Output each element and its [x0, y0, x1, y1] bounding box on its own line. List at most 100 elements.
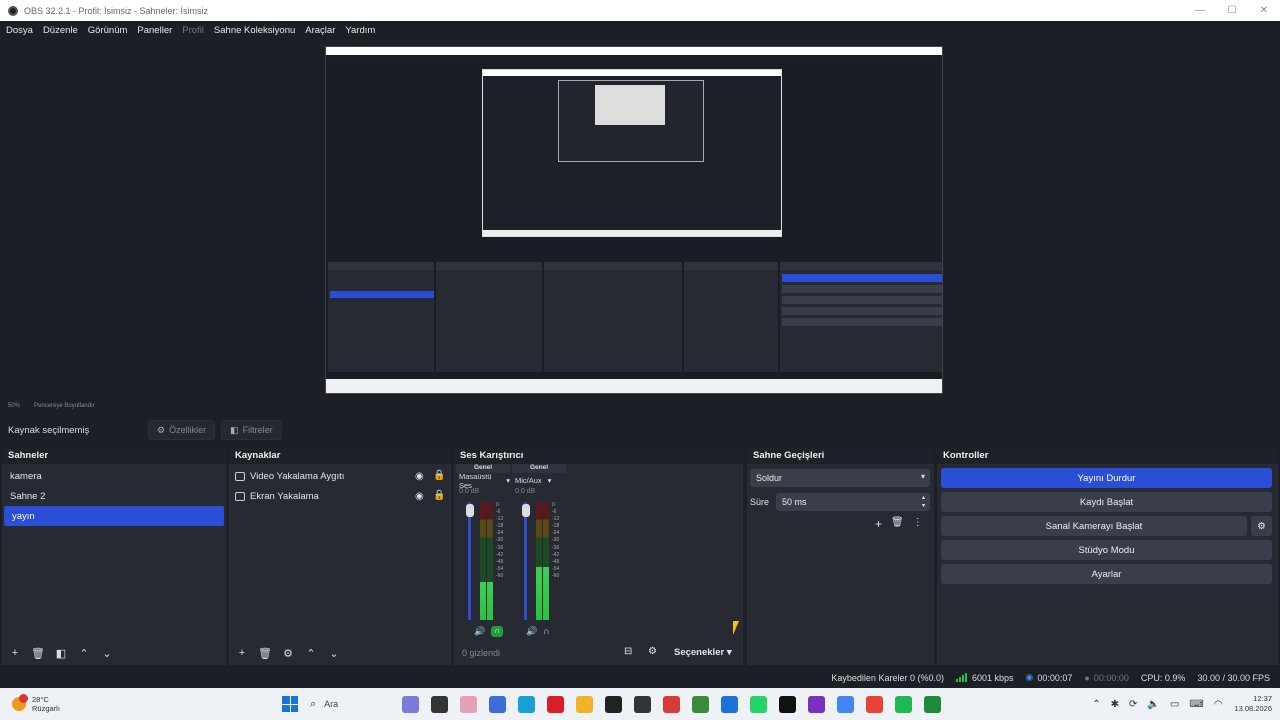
move-down-icon[interactable]: ⌄ [327, 646, 341, 660]
move-down-icon[interactable]: ⌄ [100, 646, 114, 660]
remove-transition-icon[interactable]: 🗑 [891, 517, 904, 531]
mixer-link-icon[interactable]: ⚙ [648, 646, 657, 657]
windows-start-icon[interactable] [282, 696, 298, 712]
speaker-icon[interactable]: 🔊 [526, 626, 537, 637]
taskbar-app-icon[interactable] [692, 695, 709, 713]
scene-item-kamera[interactable]: kamera [2, 466, 226, 486]
scene-item-sahne-2[interactable]: Sahne 2 [2, 486, 226, 506]
settings-button[interactable]: Ayarlar [941, 564, 1272, 584]
channel-name-dropdown[interactable]: Masaüstü Ses ▾ [456, 472, 510, 490]
scene-item-yayin[interactable]: yayın [4, 506, 224, 526]
minimize-button[interactable]: — [1184, 0, 1216, 21]
taskbar-app-icon[interactable] [402, 695, 419, 713]
lock-icon[interactable]: 🔒 [433, 490, 445, 501]
add-scene-icon[interactable]: + [8, 646, 22, 660]
fit-to-window-label[interactable]: Pencereye Boyutlandır [34, 403, 95, 409]
move-up-icon[interactable]: ⌃ [77, 646, 91, 660]
wifi-icon[interactable]: ◠ [1214, 699, 1223, 710]
filters-button[interactable]: ◧ Filtreler [221, 420, 282, 440]
volume-slider[interactable] [468, 502, 471, 620]
remove-source-icon[interactable]: 🗑 [258, 646, 272, 660]
headphones-icon[interactable]: ∩ [543, 626, 549, 637]
volume-slider[interactable] [524, 502, 527, 620]
taskbar-app-icon[interactable] [605, 695, 622, 713]
start-recording-button[interactable]: Kaydı Başlat [941, 492, 1272, 512]
visibility-eye-icon[interactable]: ◉ [415, 471, 424, 482]
mixer-options-button[interactable]: Seçenekler ▾ [674, 647, 732, 658]
taskbar-app-icon[interactable] [431, 695, 448, 713]
spin-arrows-icon[interactable]: ▴ ▾ [922, 494, 925, 510]
duration-input[interactable]: 50 ms ▴ ▾ [776, 493, 930, 511]
taskbar-app-icon[interactable] [460, 695, 477, 713]
add-transition-icon[interactable]: + [875, 517, 882, 531]
title-bar: OBS 32.2.1 - Profil: İsimsiz - Sahneler:… [0, 0, 1280, 21]
taskbar-app-icon[interactable] [634, 695, 651, 713]
zoom-level[interactable]: 50% [8, 403, 20, 409]
taskbar-app-icon[interactable] [837, 695, 854, 713]
studio-mode-button[interactable]: Stüdyo Modu [941, 540, 1272, 560]
taskbar-app-icon[interactable] [721, 695, 738, 713]
taskbar-search[interactable]: ⌕ Ara [310, 698, 402, 711]
taskbar-app-icon[interactable] [750, 695, 767, 713]
preview-zoom-row: 50% Pencereye Boyutlandır [0, 400, 1280, 412]
taskbar-app-icon[interactable] [489, 695, 506, 713]
scene-filters-icon[interactable]: ◧ [54, 646, 68, 660]
audio-mixer-dock: Ses Karıştırıcı Genel Masaüstü Ses ▾ 0.0… [454, 447, 743, 665]
preview-area[interactable] [0, 39, 1280, 399]
sync-icon[interactable]: ⟳ [1129, 699, 1137, 710]
taskbar-app-icon[interactable] [808, 695, 825, 713]
weather-widget[interactable]: 28°C Rüzgarlı [12, 694, 282, 713]
clock-date: 13.08.2026 [1234, 704, 1272, 713]
taskbar-app-icon[interactable] [576, 695, 593, 713]
lock-icon[interactable]: 🔒 [433, 470, 445, 481]
menu-edit[interactable]: Düzenle [43, 25, 78, 36]
menu-help[interactable]: Yardım [345, 25, 375, 36]
transition-select[interactable]: Soldur ▾ [750, 469, 930, 487]
taskbar-app-icon[interactable] [779, 695, 796, 713]
properties-button[interactable]: ⚙ Özellikler [148, 420, 216, 440]
source-item-screen-capture[interactable]: Ekran Yakalama ◉ 🔒 [229, 486, 451, 506]
chevron-down-icon: ▾ [506, 476, 510, 485]
bluetooth-icon[interactable]: ✱ [1111, 699, 1119, 710]
hidden-count[interactable]: 0 gizlendi [462, 648, 500, 658]
speaker-icon[interactable]: 🔊 [474, 626, 485, 637]
source-item-video-capture[interactable]: Video Yakalama Aygıtı ◉ 🔒 [229, 466, 451, 486]
clock[interactable]: 12:37 13.08.2026 [1234, 694, 1272, 714]
monitor-headphones-icon[interactable]: ∩ [491, 626, 504, 637]
taskbar-app-icon[interactable] [547, 695, 564, 713]
maximize-button[interactable]: ☐ [1216, 0, 1248, 21]
language-icon[interactable]: ⌨ [1189, 699, 1203, 710]
menu-tools[interactable]: Araçlar [305, 25, 335, 36]
menu-scene-collection[interactable]: Sahne Koleksiyonu [214, 25, 295, 36]
virtual-camera-settings-button[interactable]: ⚙ [1251, 516, 1272, 536]
move-up-icon[interactable]: ⌃ [304, 646, 318, 660]
taskbar-app-icon[interactable] [895, 695, 912, 713]
transition-buttons: + 🗑 ⋮ [875, 517, 923, 531]
close-button[interactable]: ✕ [1248, 0, 1280, 21]
menu-view[interactable]: Görünüm [88, 25, 128, 36]
remove-scene-icon[interactable]: 🗑 [31, 646, 45, 660]
duration-label: Süre [750, 497, 770, 507]
menu-file[interactable]: Dosya [6, 25, 33, 36]
taskbar-app-icon[interactable] [663, 695, 680, 713]
mixer-layout-icon[interactable]: ⊟ [624, 646, 632, 657]
menu-profile[interactable]: Profil [182, 25, 204, 36]
battery-icon[interactable]: ▭ [1170, 699, 1179, 710]
menu-docks[interactable]: Paneller [137, 25, 172, 36]
level-meter-fill [536, 566, 542, 620]
volume-slider-knob[interactable] [522, 504, 530, 517]
start-virtual-camera-button[interactable]: Sanal Kamerayı Başlat [941, 516, 1247, 536]
preview-canvas[interactable] [325, 46, 943, 394]
taskbar-app-icon[interactable] [866, 695, 883, 713]
transition-menu-icon[interactable]: ⋮ [913, 517, 923, 531]
taskbar-app-icon[interactable] [518, 695, 535, 713]
chevron-up-icon[interactable]: ⌃ [1092, 699, 1100, 710]
add-source-icon[interactable]: + [235, 646, 249, 660]
channel-name-dropdown[interactable]: Mic/Aux ▾ [512, 473, 566, 488]
volume-icon[interactable]: 🔈 [1147, 699, 1159, 710]
taskbar-app-icon[interactable] [924, 695, 941, 713]
stop-streaming-button[interactable]: Yayını Durdur [941, 468, 1272, 488]
source-properties-gear-icon[interactable]: ⚙ [281, 646, 295, 660]
visibility-eye-icon[interactable]: ◉ [415, 491, 424, 502]
volume-slider-knob[interactable] [466, 504, 474, 517]
